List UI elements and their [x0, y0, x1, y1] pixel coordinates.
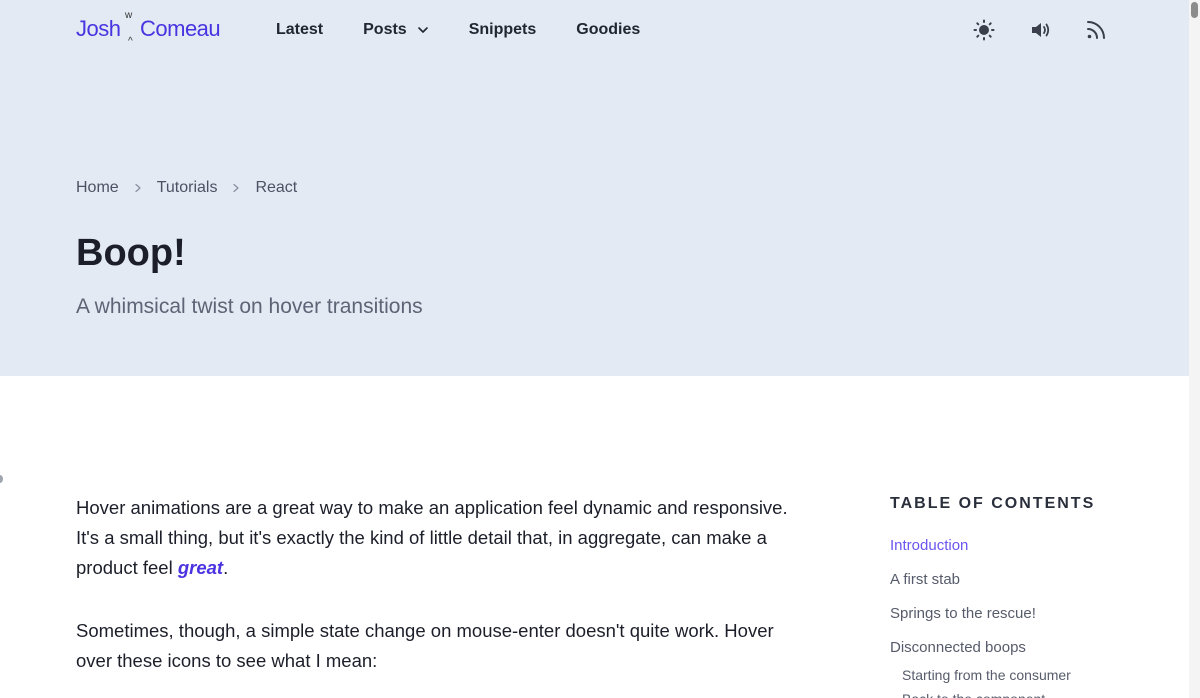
- scroll-thumb[interactable]: [1191, 2, 1198, 18]
- nav-item-latest[interactable]: Latest: [276, 21, 323, 39]
- nav-item-label: Latest: [276, 21, 324, 38]
- great-link[interactable]: great: [178, 557, 223, 578]
- nav-icon-group: [972, 18, 1108, 42]
- main-nav: Latest Posts Snippets Goodies: [276, 21, 680, 39]
- logo-last-name: Comeau: [140, 16, 221, 41]
- breadcrumb-react[interactable]: React: [255, 179, 297, 197]
- sun-icon[interactable]: [972, 18, 996, 42]
- logo-deco-bottom: ^: [128, 36, 133, 47]
- article-body: Hover animations are a great way to make…: [76, 493, 796, 698]
- nav-item-posts[interactable]: Posts: [363, 21, 429, 39]
- toc-item-first-stab[interactable]: A first stab: [890, 570, 1180, 604]
- volume-icon[interactable]: [1028, 18, 1052, 42]
- scrollbar[interactable]: [1189, 0, 1200, 698]
- logo-first-name: Josh: [76, 16, 121, 41]
- page: Josh w ^ Comeau Latest Posts Snippets Go…: [0, 0, 1200, 698]
- edge-marker: [0, 475, 3, 483]
- toc-subitem-starting-consumer[interactable]: Starting from the consumer: [890, 666, 1180, 690]
- paragraph-text: .: [223, 557, 229, 578]
- rss-icon[interactable]: [1084, 18, 1108, 42]
- page-subtitle: A whimsical twist on hover transitions: [76, 295, 423, 318]
- toc-item-introduction[interactable]: Introduction: [890, 536, 1180, 570]
- breadcrumb: Home Tutorials React: [76, 179, 297, 197]
- chevron-right-icon: [135, 183, 141, 193]
- chevron-right-icon: [233, 183, 240, 193]
- nav-item-label: Goodies: [576, 21, 641, 38]
- nav-item-snippets[interactable]: Snippets: [469, 21, 537, 39]
- nav-item-label: Snippets: [468, 21, 537, 38]
- chevron-down-icon: [417, 27, 428, 33]
- page-title: Boop!: [76, 232, 186, 274]
- toc-subitem-back-component[interactable]: Back to the component: [890, 690, 1180, 698]
- toc-heading: TABLE OF CONTENTS: [890, 495, 1096, 512]
- site-logo[interactable]: Josh w ^ Comeau: [76, 10, 232, 50]
- nav-item-label: Posts: [363, 21, 407, 38]
- article-paragraph-1: Hover animations are a great way to make…: [76, 493, 796, 583]
- article-paragraph-2: Sometimes, though, a simple state change…: [76, 620, 774, 671]
- table-of-contents: TABLE OF CONTENTS Introduction A first s…: [890, 495, 1180, 698]
- nav-item-goodies[interactable]: Goodies: [576, 21, 640, 39]
- toc-item-springs[interactable]: Springs to the rescue!: [890, 604, 1180, 638]
- logo-deco-top: w: [125, 10, 133, 21]
- breadcrumb-tutorials[interactable]: Tutorials: [157, 179, 218, 197]
- breadcrumb-home[interactable]: Home: [76, 179, 119, 197]
